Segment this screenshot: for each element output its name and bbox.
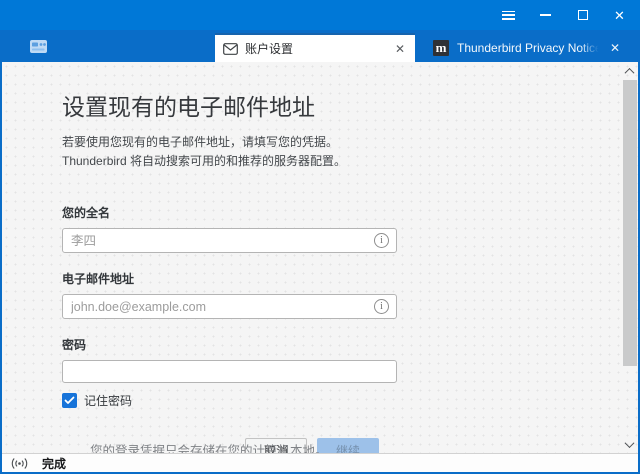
credentials-footnote: 您的登录凭据只会存储在您的计算机本地。: [90, 440, 328, 453]
fullname-input[interactable]: [62, 228, 397, 253]
hamburger-menu-icon: [502, 11, 515, 20]
tab-privacy-notice[interactable]: m Thunderbird Privacy Notice — M ✕: [425, 33, 628, 62]
status-bar: 完成: [2, 453, 638, 472]
maximize-icon: [578, 10, 588, 20]
fullname-field-wrap: i: [62, 228, 397, 253]
page-title: 设置现有的电子邮件地址: [62, 88, 397, 122]
privacy-tab-favicon: m: [433, 40, 449, 56]
status-text: 完成: [42, 455, 66, 472]
page-description: 若要使用您现有的电子邮件地址，请填写您的凭据。 Thunderbird 将自动搜…: [62, 133, 397, 171]
tab-label: Thunderbird Privacy Notice — M: [457, 41, 600, 55]
email-field-wrap: i: [62, 294, 397, 319]
scroll-down-button[interactable]: [621, 436, 638, 452]
password-field-wrap: [62, 360, 397, 383]
close-icon: ✕: [614, 9, 625, 22]
network-activity-icon: [10, 457, 29, 470]
title-bar: ✕: [0, 0, 640, 30]
window-controls: ✕: [490, 0, 638, 30]
scrollbar-thumb[interactable]: [623, 80, 637, 366]
checkmark-icon: [64, 396, 75, 405]
vertical-scrollbar[interactable]: [621, 62, 638, 453]
remember-password-row: 记住密码: [62, 392, 397, 409]
password-input[interactable]: [62, 360, 397, 383]
email-label: 电子邮件地址: [62, 270, 397, 287]
info-icon[interactable]: i: [374, 299, 389, 314]
email-input[interactable]: [62, 294, 397, 319]
thunderbird-window: ✕ 账户设置 ✕ m Thunderbird Privacy Notic: [0, 0, 640, 474]
description-line: 若要使用您现有的电子邮件地址，请填写您的凭据。: [62, 133, 397, 152]
info-icon[interactable]: i: [374, 233, 389, 248]
tab-close-icon[interactable]: ✕: [608, 40, 622, 56]
spaces-icon: [29, 39, 48, 54]
fullname-label: 您的全名: [62, 204, 397, 221]
password-label: 密码: [62, 336, 397, 353]
spaces-toolbar-button[interactable]: [28, 38, 48, 54]
remember-password-label: 记住密码: [84, 392, 132, 409]
description-line: Thunderbird 将自动搜索可用的和推荐的服务器配置。: [62, 152, 397, 171]
tab-close-icon[interactable]: ✕: [393, 41, 407, 57]
tab-account-settings[interactable]: 账户设置 ✕: [215, 33, 415, 62]
chevron-down-icon: [625, 438, 635, 448]
chevron-up-icon: [625, 67, 635, 77]
tab-label: 账户设置: [245, 40, 386, 57]
minimize-button[interactable]: [527, 0, 564, 30]
app-menu-button[interactable]: [490, 0, 527, 30]
account-setup-page: 设置现有的电子邮件地址 若要使用您现有的电子邮件地址，请填写您的凭据。 Thun…: [2, 62, 638, 453]
close-window-button[interactable]: ✕: [601, 0, 638, 30]
remember-password-checkbox[interactable]: [62, 393, 77, 408]
mail-settings-icon: [223, 43, 238, 55]
tab-bar: 账户设置 ✕ m Thunderbird Privacy Notice — M …: [0, 30, 640, 62]
maximize-button[interactable]: [564, 0, 601, 30]
minimize-icon: [540, 14, 551, 16]
scroll-up-button[interactable]: [621, 63, 638, 79]
